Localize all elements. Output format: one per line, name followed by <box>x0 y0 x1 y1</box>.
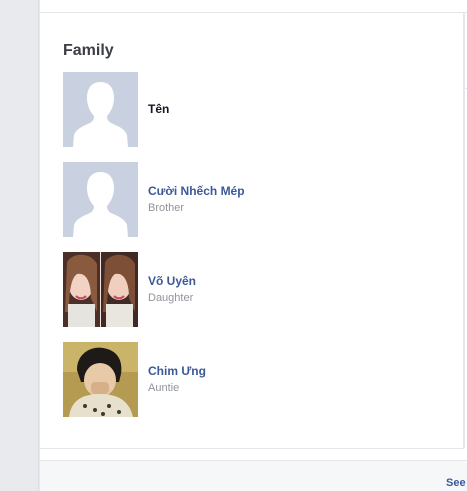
footer-bar: See <box>40 460 467 491</box>
member-relation: Daughter <box>148 292 194 304</box>
left-gutter <box>0 0 40 491</box>
main-column: Family Tên Cười Nhếch Mép Brother Võ Uyê… <box>40 0 467 491</box>
avatar[interactable] <box>63 342 138 417</box>
family-member: Võ Uyên Daughter <box>63 252 423 327</box>
avatar[interactable] <box>63 252 138 327</box>
profile-photo-icon <box>63 342 138 417</box>
member-relation: Brother <box>148 202 185 214</box>
member-name: Tên <box>148 102 170 116</box>
member-relation: Auntie <box>148 382 180 394</box>
member-name-link[interactable]: Cười Nhếch Mép <box>148 184 245 198</box>
avatar[interactable] <box>63 162 138 237</box>
family-card: Family Tên Cười Nhếch Mép Brother Võ Uyê… <box>40 13 465 448</box>
family-member: Cười Nhếch Mép Brother <box>63 162 423 237</box>
page: Family Tên Cười Nhếch Mép Brother Võ Uyê… <box>0 0 467 491</box>
default-avatar-icon <box>63 162 138 237</box>
member-name-link[interactable]: Võ Uyên <box>148 274 196 288</box>
member-name-link[interactable]: Chim Ưng <box>148 364 206 378</box>
profile-photo-icon <box>63 252 138 327</box>
card-bottom-divider <box>40 448 464 449</box>
default-avatar-icon <box>63 72 138 147</box>
see-link[interactable]: See <box>446 477 466 489</box>
family-member: Tên <box>63 72 423 147</box>
card-inner-divider <box>463 88 467 89</box>
section-title: Family <box>63 42 114 59</box>
family-member: Chim Ưng Auntie <box>63 342 423 417</box>
left-gutter-inner <box>0 0 39 491</box>
avatar[interactable] <box>63 72 138 147</box>
card-right-border <box>463 13 464 448</box>
